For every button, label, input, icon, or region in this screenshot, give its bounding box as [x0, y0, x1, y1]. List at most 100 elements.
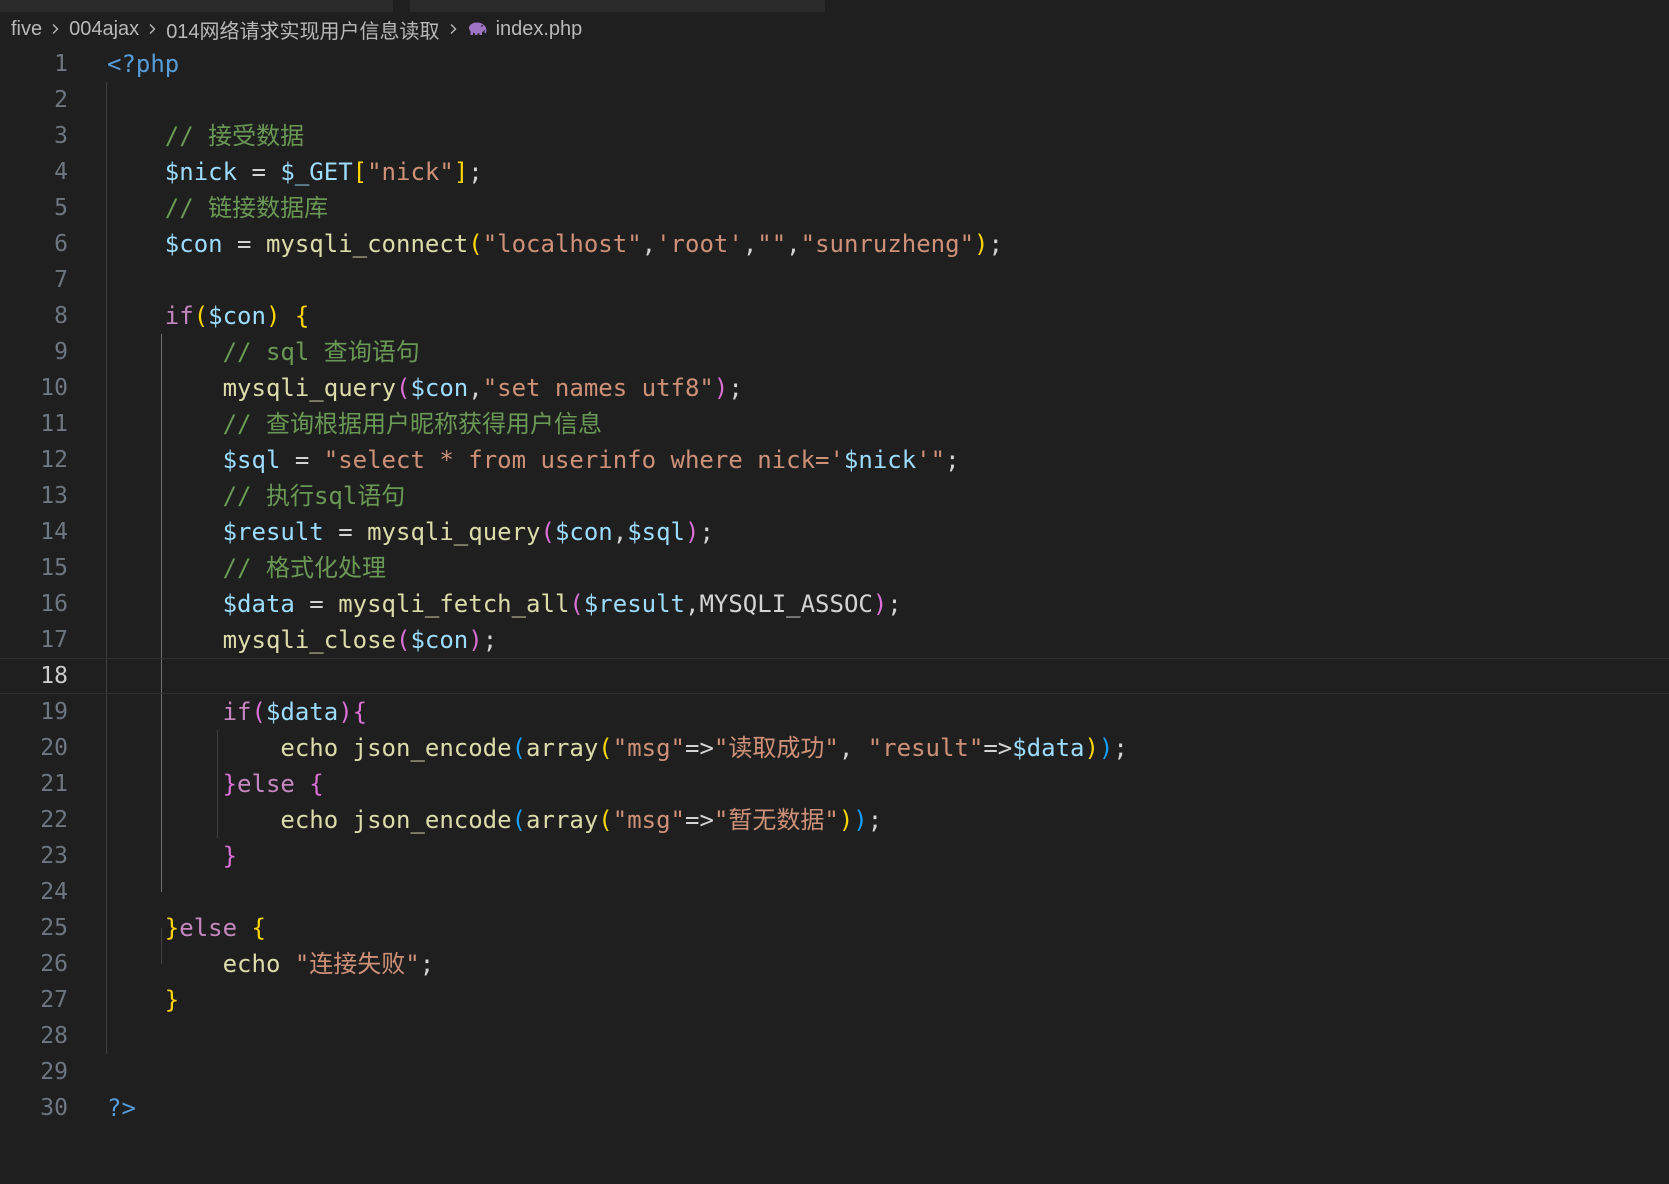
code-line[interactable]: 28: [0, 1018, 1669, 1054]
line-number: 13: [40, 483, 68, 509]
code-line[interactable]: 11 // 查询根据用户昵称获得用户信息: [0, 406, 1669, 442]
code-text[interactable]: echo "连接失败";: [107, 946, 435, 982]
code-text[interactable]: $nick = $_GET["nick"];: [107, 154, 483, 190]
code-token: =: [323, 518, 368, 546]
code-text[interactable]: }else {: [107, 766, 324, 802]
code-token: ]: [453, 158, 469, 186]
code-token: $result: [583, 590, 685, 618]
code-text[interactable]: <?php: [107, 46, 179, 82]
breadcrumb-item-file[interactable]: index.php: [496, 18, 583, 41]
code-text[interactable]: }else {: [107, 910, 266, 946]
code-text[interactable]: $sql = "select * from userinfo where nic…: [107, 442, 960, 478]
code-text[interactable]: }: [107, 982, 179, 1018]
code-text[interactable]: echo json_encode(array("msg"=>"读取成功", "r…: [107, 730, 1127, 766]
code-text[interactable]: mysqli_close($con);: [107, 622, 498, 658]
code-token: $_GET: [280, 158, 353, 186]
code-line[interactable]: 29: [0, 1054, 1669, 1090]
horizontal-scrollbar[interactable]: [0, 0, 1669, 12]
code-text[interactable]: // 接受数据: [107, 118, 304, 154]
code-token: ;: [699, 518, 714, 546]
code-token: mysqli_connect: [265, 230, 469, 258]
code-line[interactable]: 15 // 格式化处理: [0, 550, 1669, 586]
code-token: echo: [280, 806, 339, 834]
code-line[interactable]: 2: [0, 82, 1669, 118]
code-line[interactable]: 5 // 链接数据库: [0, 190, 1669, 226]
code-area[interactable]: 1 <?php 2 3 // 接受数据 4 $nick = $_GET["nick"];…: [0, 46, 1669, 1126]
breadcrumb-item-folder[interactable]: 004ajax: [69, 18, 139, 41]
code-line[interactable]: 14 $result = mysqli_query($con,$sql);: [0, 514, 1669, 550]
code-line[interactable]: 16 $data = mysqli_fetch_all($result,MYSQ…: [0, 586, 1669, 622]
code-token: "msg": [612, 734, 685, 762]
code-text[interactable]: $result = mysqli_query($con,$sql);: [107, 514, 714, 550]
code-token: "select * from userinfo where nick=': [323, 446, 844, 474]
code-line[interactable]: 8 if($con) {: [0, 298, 1669, 334]
chevron-right-icon: [49, 23, 61, 35]
code-token: ;: [468, 158, 483, 186]
code-text[interactable]: $data = mysqli_fetch_all($result,MYSQLI_…: [107, 586, 902, 622]
code-text[interactable]: // 格式化处理: [107, 550, 386, 586]
php-elephant-icon: [467, 21, 487, 37]
code-token: "sunruzheng": [800, 230, 975, 258]
code-text[interactable]: $con = mysqli_connect("localhost",'root'…: [107, 226, 1003, 262]
line-number: 25: [40, 915, 68, 941]
code-line[interactable]: 24: [0, 874, 1669, 910]
code-text[interactable]: // sql 查询语句: [107, 334, 420, 370]
code-line[interactable]: 19 if($data){: [0, 694, 1669, 730]
code-text[interactable]: echo json_encode(array("msg"=>"暂无数据"));: [107, 802, 882, 838]
code-line[interactable]: 18: [0, 658, 1669, 694]
code-line[interactable]: 3 // 接受数据: [0, 118, 1669, 154]
code-token: "连接失败": [294, 950, 420, 978]
breadcrumb-item-folder[interactable]: five: [11, 18, 42, 41]
code-line[interactable]: 17 mysqli_close($con);: [0, 622, 1669, 658]
code-token: else: [179, 914, 238, 942]
code-token: if: [222, 698, 252, 726]
code-token: (: [395, 374, 411, 402]
code-line[interactable]: 27 }: [0, 982, 1669, 1018]
code-text[interactable]: // 执行sql语句: [107, 478, 406, 514]
code-line[interactable]: 30 ?>: [0, 1090, 1669, 1126]
code-text[interactable]: ?>: [107, 1090, 136, 1126]
code-line[interactable]: 9 // sql 查询语句: [0, 334, 1669, 370]
code-text[interactable]: if($con) {: [107, 298, 310, 334]
code-token: (: [395, 626, 411, 654]
code-token: $con: [164, 230, 223, 258]
code-line[interactable]: 20 echo json_encode(array("msg"=>"读取成功",…: [0, 730, 1669, 766]
code-text[interactable]: // 查询根据用户昵称获得用户信息: [107, 406, 602, 442]
code-token: ): [853, 806, 868, 834]
code-line[interactable]: 7: [0, 262, 1669, 298]
code-editor[interactable]: five 004ajax 014网络请求实现用户信息读取 index.php 1…: [0, 0, 1669, 1184]
code-line[interactable]: 26 echo "连接失败";: [0, 946, 1669, 982]
code-line[interactable]: 10 mysqli_query($con,"set names utf8");: [0, 370, 1669, 406]
code-line[interactable]: 1 <?php: [0, 46, 1669, 82]
scrollbar-thumb[interactable]: [410, 0, 825, 12]
line-number: 20: [40, 735, 68, 761]
code-text[interactable]: // 链接数据库: [107, 190, 328, 226]
scrollbar-thumb[interactable]: [0, 0, 393, 12]
code-line[interactable]: 12 $sql = "select * from userinfo where …: [0, 442, 1669, 478]
code-line[interactable]: 21 }else {: [0, 766, 1669, 802]
code-text[interactable]: mysqli_query($con,"set names utf8");: [107, 370, 743, 406]
code-line[interactable]: 22 echo json_encode(array("msg"=>"暂无数据")…: [0, 802, 1669, 838]
code-line[interactable]: 6 $con = mysqli_connect("localhost",'roo…: [0, 226, 1669, 262]
code-text[interactable]: if($data){: [107, 694, 368, 730]
code-token: (: [569, 590, 584, 618]
code-token: MYSQLI_ASSOC: [699, 590, 873, 618]
code-line[interactable]: 4 $nick = $_GET["nick"];: [0, 154, 1669, 190]
line-number: 6: [54, 231, 68, 257]
chevron-right-icon: [447, 23, 459, 35]
breadcrumb-item-folder[interactable]: 014网络请求实现用户信息读取: [166, 15, 439, 44]
code-token: ;: [887, 590, 902, 618]
code-line[interactable]: 25 }else {: [0, 910, 1669, 946]
code-line[interactable]: 13 // 执行sql语句: [0, 478, 1669, 514]
code-line[interactable]: 23 }: [0, 838, 1669, 874]
code-token: ;: [945, 446, 960, 474]
code-text[interactable]: }: [107, 838, 237, 874]
code-token: ): [468, 626, 483, 654]
